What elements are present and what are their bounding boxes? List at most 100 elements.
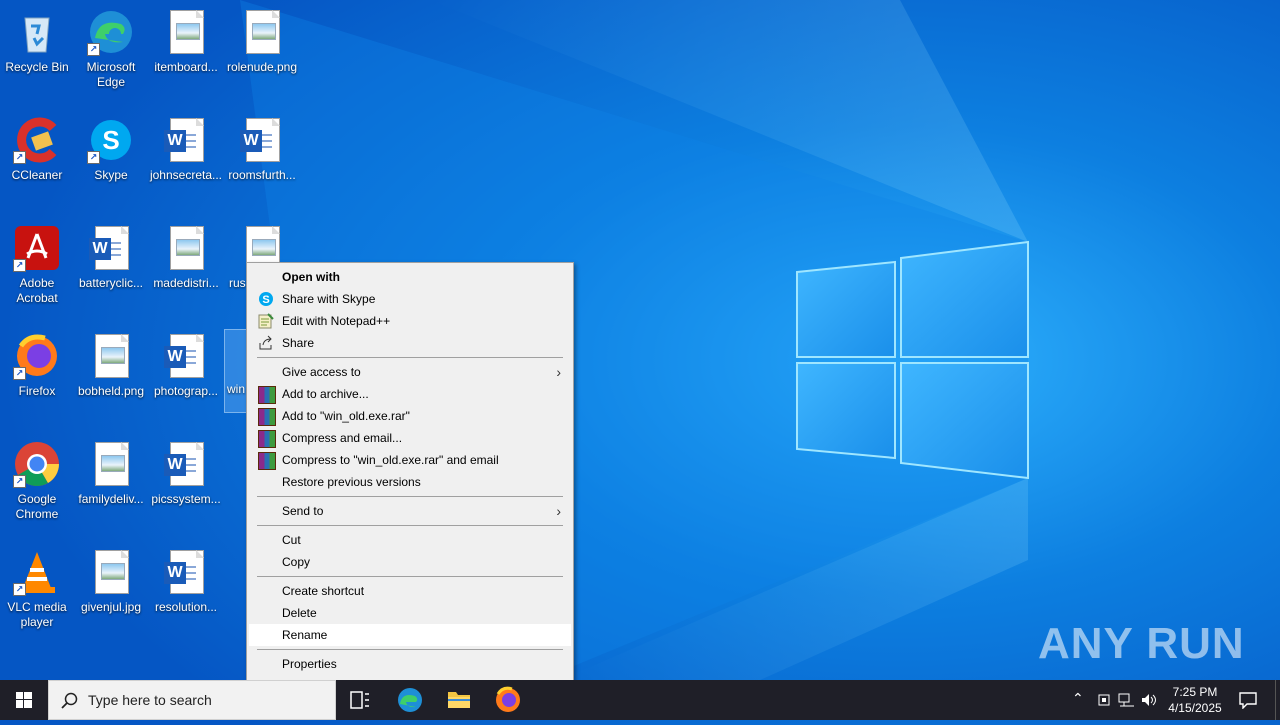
desktop-icon-word-doc[interactable]: W picssystem... — [149, 434, 223, 534]
clock-time: 7:25 PM — [1172, 685, 1218, 699]
start-button[interactable] — [0, 680, 48, 720]
taskbar-clock[interactable]: 7:25 PM 4/15/2025 — [1160, 684, 1230, 716]
notification-center-button[interactable] — [1232, 680, 1272, 720]
image-file-icon — [87, 440, 135, 488]
desktop-icon-word-doc[interactable]: W resolution... — [149, 542, 223, 642]
menu-item-share-with-skype[interactable]: S Share with Skype — [249, 288, 571, 310]
chevron-up-icon[interactable]: ⌃ — [1072, 690, 1084, 707]
desktop-icon-skype[interactable]: S ↗ Skype — [74, 110, 148, 210]
desktop-icon-label: roomsfurth... — [228, 168, 296, 182]
show-desktop-button[interactable] — [1275, 680, 1280, 720]
menu-separator — [257, 525, 563, 526]
taskbar: Type here to search ⌃ 7:25 PM 4/15/2025 — [0, 680, 1280, 720]
desktop-icon-word-doc[interactable]: W batteryclic... — [74, 218, 148, 318]
taskbar-search-box[interactable]: Type here to search — [48, 680, 336, 720]
menu-item-give-access-to[interactable]: Give access to › — [249, 361, 571, 383]
desktop-icon-label: CCleaner — [11, 168, 63, 182]
menu-item-cut[interactable]: Cut — [249, 529, 571, 551]
desktop-icon-image[interactable]: bobheld.png — [74, 326, 148, 426]
desktop-icon-label: itemboard... — [154, 60, 218, 74]
desktop-icon-vlc[interactable]: ↗ VLC media player — [0, 542, 74, 642]
desktop-icon-image[interactable]: rolenude.png — [225, 2, 299, 102]
menu-item-add-to-rar[interactable]: Add to "win_old.exe.rar" — [249, 405, 571, 427]
folder-icon — [448, 692, 470, 708]
svg-text:S: S — [262, 294, 269, 306]
menu-item-add-to-archive[interactable]: Add to archive... — [249, 383, 571, 405]
desktop-icon-image[interactable]: givenjul.jpg — [74, 542, 148, 642]
chevron-right-icon: › — [556, 503, 561, 519]
desktop-icon-google-chrome[interactable]: ↗ Google Chrome — [0, 434, 74, 534]
desktop-icon-label: bobheld.png — [77, 384, 145, 398]
search-placeholder: Type here to search — [88, 692, 212, 708]
menu-item-open-with[interactable]: Open with — [249, 266, 571, 288]
menu-item-properties[interactable]: Properties — [249, 653, 571, 675]
network-device-icon[interactable] — [1096, 692, 1112, 708]
image-file-icon — [238, 8, 286, 56]
desktop-icon-image[interactable]: familydeliv... — [74, 434, 148, 534]
word-document-icon: W — [162, 548, 210, 596]
desktop-icon-word-doc[interactable]: W roomsfurth... — [225, 110, 299, 210]
menu-item-compress-and-email[interactable]: Compress and email... — [249, 427, 571, 449]
edge-icon — [398, 688, 422, 712]
firefox-icon: ↗ — [13, 332, 61, 380]
desktop-icon-image[interactable]: madedistri... — [149, 218, 223, 318]
taskbar-edge[interactable] — [386, 680, 434, 720]
menu-separator — [257, 357, 563, 358]
watermark-text: ANY RUN — [1038, 619, 1245, 668]
notification-icon — [1239, 692, 1257, 709]
recycle-bin-icon — [13, 8, 61, 56]
network-icon[interactable] — [1118, 692, 1136, 708]
taskbar-file-explorer[interactable] — [435, 680, 483, 720]
menu-item-compress-to-rar-and-email[interactable]: Compress to "win_old.exe.rar" and email — [249, 449, 571, 471]
menu-item-share[interactable]: Share — [249, 332, 571, 354]
word-document-icon: W — [162, 332, 210, 380]
desktop-icon-recycle-bin[interactable]: Recycle Bin — [0, 2, 74, 102]
desktop[interactable]: Recycle Bin ↗ CCleaner ↗ Adobe Acrobat ↗… — [0, 0, 1280, 680]
desktop-icon-image[interactable]: itemboard... — [149, 2, 223, 102]
desktop-icon-label: Adobe Acrobat — [16, 276, 58, 305]
image-file-icon — [162, 8, 210, 56]
menu-item-copy[interactable]: Copy — [249, 551, 571, 573]
menu-separator — [257, 496, 563, 497]
desktop-icon-label: picssystem... — [151, 492, 221, 506]
menu-item-edit-with-notepad[interactable]: Edit with Notepad++ — [249, 310, 571, 332]
shortcut-arrow-icon: ↗ — [13, 583, 26, 596]
desktop-icon-label: Recycle Bin — [5, 60, 69, 74]
desktop-icon-firefox[interactable]: ↗ Firefox — [0, 326, 74, 426]
ccleaner-icon: ↗ — [13, 116, 61, 164]
menu-item-rename[interactable]: Rename — [249, 624, 571, 646]
desktop-icon-label: photograp... — [153, 384, 219, 398]
desktop-icon-label: johnsecreta... — [149, 168, 223, 182]
winrar-icon — [258, 408, 276, 426]
vlc-cone-icon: ↗ — [13, 548, 61, 596]
menu-item-send-to[interactable]: Send to › — [249, 500, 571, 522]
desktop-icon-microsoft-edge[interactable]: ↗ Microsoft Edge — [74, 2, 148, 102]
desktop-icon-label: Google Chrome — [15, 492, 59, 521]
desktop-icon-word-doc[interactable]: W johnsecreta... — [149, 110, 223, 210]
svg-text:S: S — [102, 125, 119, 155]
shortcut-arrow-icon: ↗ — [13, 259, 26, 272]
desktop-icon-ccleaner[interactable]: ↗ CCleaner — [0, 110, 74, 210]
menu-item-restore-previous-versions[interactable]: Restore previous versions — [249, 471, 571, 493]
windows-logo-icon — [16, 692, 32, 708]
volume-icon[interactable] — [1140, 692, 1158, 708]
taskbar-firefox[interactable] — [484, 680, 532, 720]
word-document-icon: W — [162, 440, 210, 488]
desktop-icon-word-doc[interactable]: W photograp... — [149, 326, 223, 426]
desktop-icon-adobe-acrobat[interactable]: ↗ Adobe Acrobat — [0, 218, 74, 318]
desktop-icon-label: Firefox — [18, 384, 56, 398]
shortcut-arrow-icon: ↗ — [13, 151, 26, 164]
notepad-plus-plus-icon — [258, 313, 274, 329]
desktop-icon-label: givenjul.jpg — [80, 600, 142, 614]
system-tray: ⌃ — [1068, 680, 1158, 720]
share-icon — [258, 335, 274, 351]
task-view-button[interactable] — [336, 680, 384, 720]
menu-item-create-shortcut[interactable]: Create shortcut — [249, 580, 571, 602]
winrar-icon — [258, 386, 276, 404]
menu-separator — [257, 649, 563, 650]
desktop-icon-label: resolution... — [154, 600, 218, 614]
desktop-icon-label: Skype — [94, 168, 128, 182]
search-icon — [61, 692, 78, 709]
menu-item-delete[interactable]: Delete — [249, 602, 571, 624]
shortcut-arrow-icon: ↗ — [87, 151, 100, 164]
